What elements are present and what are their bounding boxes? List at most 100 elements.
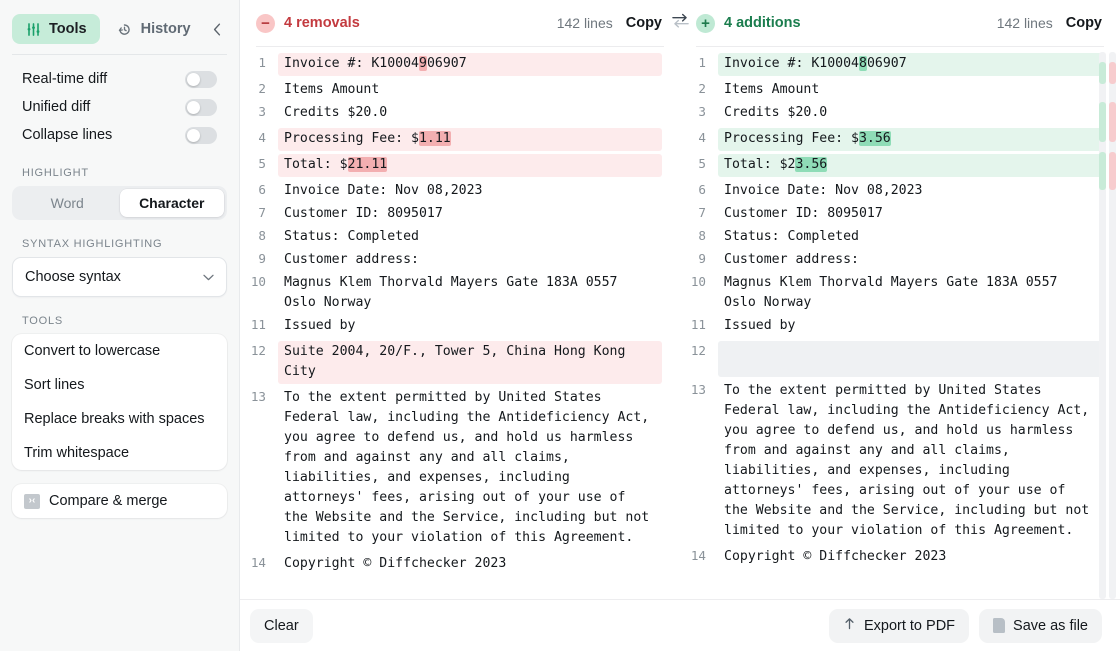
minimap-marker[interactable] [1109, 152, 1116, 190]
tool-replace-breaks-with-spaces[interactable]: Replace breaks with spaces [12, 402, 227, 436]
diff-line-row: 13To the extent permitted by United Stat… [680, 380, 1120, 543]
export-to-pdf-button[interactable]: Export to PDF [829, 609, 969, 643]
diffchecker-app: Tools History Real-time diff [0, 0, 1120, 651]
tool-sort-lines[interactable]: Sort lines [12, 368, 227, 402]
main-area: − 4 removals 142 lines Copy 1Invoice #: … [240, 0, 1120, 651]
diff-line-row: 7Customer ID: 8095017 [680, 203, 1120, 226]
diff-line-row: 11Issued by [240, 315, 680, 338]
line-number: 1 [240, 53, 278, 73]
save-as-file-button[interactable]: Save as file [979, 609, 1102, 643]
diff-code-right[interactable]: 1Invoice #: K100048069072Items Amount3Cr… [680, 47, 1120, 599]
line-number: 6 [680, 180, 718, 200]
clear-button[interactable]: Clear [250, 609, 313, 643]
diff-line-row: 10Magnus Klem Thorvald Mayers Gate 183A … [240, 272, 680, 315]
diff-line-row: 4Processing Fee: $3.56 [680, 128, 1120, 151]
line-content: Customer address: [718, 249, 1102, 272]
copy-right-button[interactable]: Copy [1066, 15, 1102, 31]
line-content: Invoice #: K10004906907 [278, 53, 662, 76]
chevron-left-icon[interactable] [208, 16, 227, 42]
clock-history-icon [117, 21, 133, 37]
line-content: Status: Completed [718, 226, 1102, 249]
copy-left-button[interactable]: Copy [626, 15, 662, 31]
line-content: Customer address: [278, 249, 662, 272]
section-label-tools: TOOLS [0, 297, 239, 334]
line-content: Issued by [278, 315, 662, 338]
switch-unified-diff[interactable] [185, 99, 217, 116]
diff-line-row: 5Total: $21.11 [240, 154, 680, 177]
minimap-marker[interactable] [1099, 62, 1106, 84]
toggle-row-unified-diff[interactable]: Unified diff [14, 93, 225, 121]
diff-line-row: 9Customer address: [240, 249, 680, 272]
line-content: Status: Completed [278, 226, 662, 249]
switch-realtime-diff[interactable] [185, 71, 217, 88]
minimap-marker[interactable] [1099, 102, 1106, 142]
switch-knob [187, 101, 200, 114]
diff-code-left[interactable]: 1Invoice #: K100049069072Items Amount3Cr… [240, 47, 680, 599]
minimap-marker[interactable] [1099, 152, 1106, 190]
diff-line-row: 6Invoice Date: Nov 08,2023 [680, 180, 1120, 203]
highlight-option-word[interactable]: Word [15, 189, 120, 217]
diff-header-left-actions: 142 lines Copy [557, 15, 662, 31]
diff-line-row: 4Processing Fee: $1.11 [240, 128, 680, 151]
bottom-toolbar: Clear Export to PDF Save as file [240, 599, 1120, 651]
line-number: 1 [680, 53, 718, 73]
line-content: Invoice Date: Nov 08,2023 [278, 180, 662, 203]
tool-trim-whitespace[interactable]: Trim whitespace [12, 436, 227, 470]
minimap-marker[interactable] [1109, 102, 1116, 142]
line-content: To the extent permitted by United States… [278, 387, 662, 550]
toggle-row-realtime-diff[interactable]: Real-time diff [14, 65, 225, 93]
line-content: Items Amount [718, 79, 1102, 102]
line-content: Customer ID: 8095017 [718, 203, 1102, 226]
char-highlight: 3.56 [859, 131, 891, 146]
highlight-option-character[interactable]: Character [120, 189, 225, 217]
diff-line-row: 1Invoice #: K10004906907 [240, 53, 680, 76]
toggle-label-realtime-diff: Real-time diff [22, 71, 107, 87]
line-number: 4 [240, 128, 278, 148]
line-number: 8 [240, 226, 278, 246]
diff-line-row: 9Customer address: [680, 249, 1120, 272]
toggle-row-collapse-lines[interactable]: Collapse lines [14, 121, 225, 149]
swap-sides-button[interactable] [660, 0, 700, 46]
line-number: 3 [240, 102, 278, 122]
line-content: Credits $20.0 [718, 102, 1102, 125]
toggle-label-unified-diff: Unified diff [22, 99, 90, 115]
minimap-column-left[interactable] [1099, 52, 1106, 599]
syntax-select[interactable]: Choose syntax [12, 257, 227, 297]
tab-tools-label: Tools [49, 22, 87, 37]
char-highlight: 1.11 [419, 131, 451, 146]
tool-convert-to-lowercase[interactable]: Convert to lowercase [12, 334, 227, 368]
switch-collapse-lines[interactable] [185, 127, 217, 144]
sidebar-tabs: Tools History [0, 0, 239, 48]
char-highlight: 9 [419, 56, 427, 71]
line-number: 3 [680, 102, 718, 122]
line-content: Invoice Date: Nov 08,2023 [718, 180, 1102, 203]
export-to-pdf-label: Export to PDF [864, 618, 955, 634]
toggle-list: Real-time diff Unified diff Collapse lin… [0, 55, 239, 149]
syntax-select-value: Choose syntax [25, 269, 121, 285]
compare-and-merge-button[interactable]: ›‹ Compare & merge [12, 484, 227, 518]
tab-history[interactable]: History [104, 14, 204, 44]
line-content: To the extent permitted by United States… [718, 380, 1102, 543]
switch-knob [187, 129, 200, 142]
diff-line-row: 6Invoice Date: Nov 08,2023 [240, 180, 680, 203]
line-content: Copyright © Diffchecker 2023 [718, 546, 1102, 569]
line-number: 13 [680, 380, 718, 400]
line-content: Customer ID: 8095017 [278, 203, 662, 226]
right-lines-count: 142 lines [997, 15, 1053, 31]
line-content: Issued by [718, 315, 1102, 338]
minimap-column-right[interactable] [1109, 52, 1116, 599]
tab-tools[interactable]: Tools [12, 14, 100, 44]
diff-line-row: 8Status: Completed [680, 226, 1120, 249]
diff-line-row: 10Magnus Klem Thorvald Mayers Gate 183A … [680, 272, 1120, 315]
toolbar-actions: Export to PDF Save as file [829, 609, 1102, 643]
section-label-syntax-highlighting: SYNTAX HIGHLIGHTING [0, 220, 239, 257]
line-number: 4 [680, 128, 718, 148]
sliders-icon [25, 21, 41, 37]
diff-line-row: 8Status: Completed [240, 226, 680, 249]
diff-header-left: − 4 removals 142 lines Copy [240, 0, 680, 46]
minimap-marker[interactable] [1109, 62, 1116, 84]
diff-minimap[interactable] [1094, 46, 1120, 599]
line-number: 7 [240, 203, 278, 223]
file-icon [993, 618, 1005, 633]
line-number: 12 [240, 341, 278, 361]
